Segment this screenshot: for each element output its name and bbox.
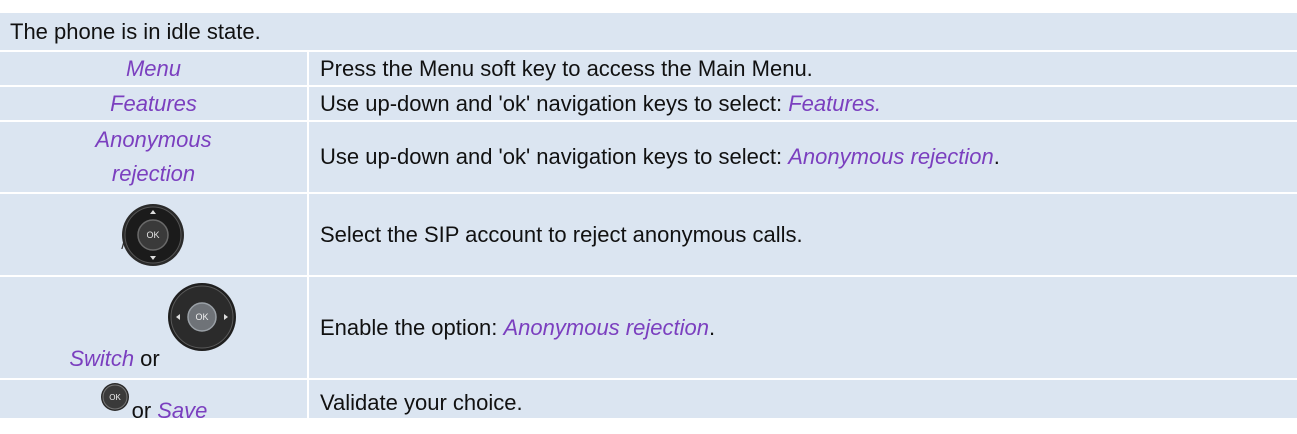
step-description-cell: Enable the option: Anonymous rejection.: [309, 277, 1297, 378]
table-row: Features Use up-down and 'ok' navigation…: [0, 85, 1297, 120]
table-row: Anonymous rejection Use up-down and 'ok'…: [0, 120, 1297, 192]
procedure-table: The phone is in idle state. Menu Press t…: [0, 13, 1297, 418]
ok-key-icon: OK: [100, 382, 130, 412]
table-row: / OK Select the SIP account to reject an…: [0, 192, 1297, 275]
step-description-cell: Press the Menu soft key to access the Ma…: [309, 52, 1297, 85]
up-down-ok-navigation-key-icon: OK: [120, 202, 186, 268]
ok-text: OK: [146, 230, 159, 240]
table-row: Menu Press the Menu soft key to access t…: [0, 50, 1297, 85]
step-description: Select the SIP account to reject anonymo…: [320, 221, 803, 247]
switch-softkey-label: Switch: [69, 346, 135, 371]
step-key-cell: / OK: [0, 194, 307, 275]
step-key-cell: OK or Save: [0, 380, 307, 418]
step-description-cell: Use up-down and 'ok' navigation keys to …: [309, 122, 1297, 192]
anonymous-rejection-highlight: Anonymous rejection: [788, 144, 994, 169]
step-description-cell: Use up-down and 'ok' navigation keys to …: [309, 87, 1297, 120]
ok-text: OK: [195, 312, 208, 322]
step-description-cell: Validate your choice.: [309, 380, 1297, 418]
step-description: Validate your choice.: [320, 390, 523, 415]
table-row: OK or Save Validate your choice.: [0, 378, 1297, 418]
anonymous-label-line1: Anonymous: [95, 127, 212, 152]
table-row: Switch or OK Enable the option: Anonymou…: [0, 275, 1297, 378]
anonymous-label-line2: rejection: [111, 161, 196, 186]
step-description: Press the Menu soft key to access the Ma…: [320, 55, 813, 81]
step-key-cell: Menu: [0, 52, 307, 85]
step-description-prefix: Enable the option:: [320, 314, 498, 340]
step-key-cell: Features: [0, 87, 307, 120]
table-header: The phone is in idle state.: [0, 13, 1297, 50]
or-text: or: [140, 346, 160, 371]
anonymous-rejection-highlight: Anonymous rejection: [503, 314, 709, 340]
step-key-cell: Anonymous rejection: [0, 122, 307, 192]
step-description-suffix: .: [993, 144, 1000, 169]
step-key-cell: Switch or OK: [0, 277, 307, 378]
step-description-cell: Select the SIP account to reject anonymo…: [309, 194, 1297, 275]
left-right-ok-navigation-key-icon: OK: [166, 281, 238, 353]
save-softkey-label: Save: [157, 398, 208, 418]
step-description-prefix: Use up-down and 'ok' navigation keys to …: [320, 90, 783, 116]
or-text: or: [131, 398, 152, 418]
step-description-prefix: Use up-down and 'ok' navigation keys to …: [320, 144, 783, 169]
header-text: The phone is in idle state.: [10, 18, 261, 44]
features-label: Features: [110, 90, 197, 116]
menu-softkey-label: Menu: [125, 55, 182, 81]
ok-text: OK: [109, 393, 121, 402]
features-highlight: Features.: [788, 90, 882, 116]
step-description-suffix: .: [708, 314, 716, 340]
